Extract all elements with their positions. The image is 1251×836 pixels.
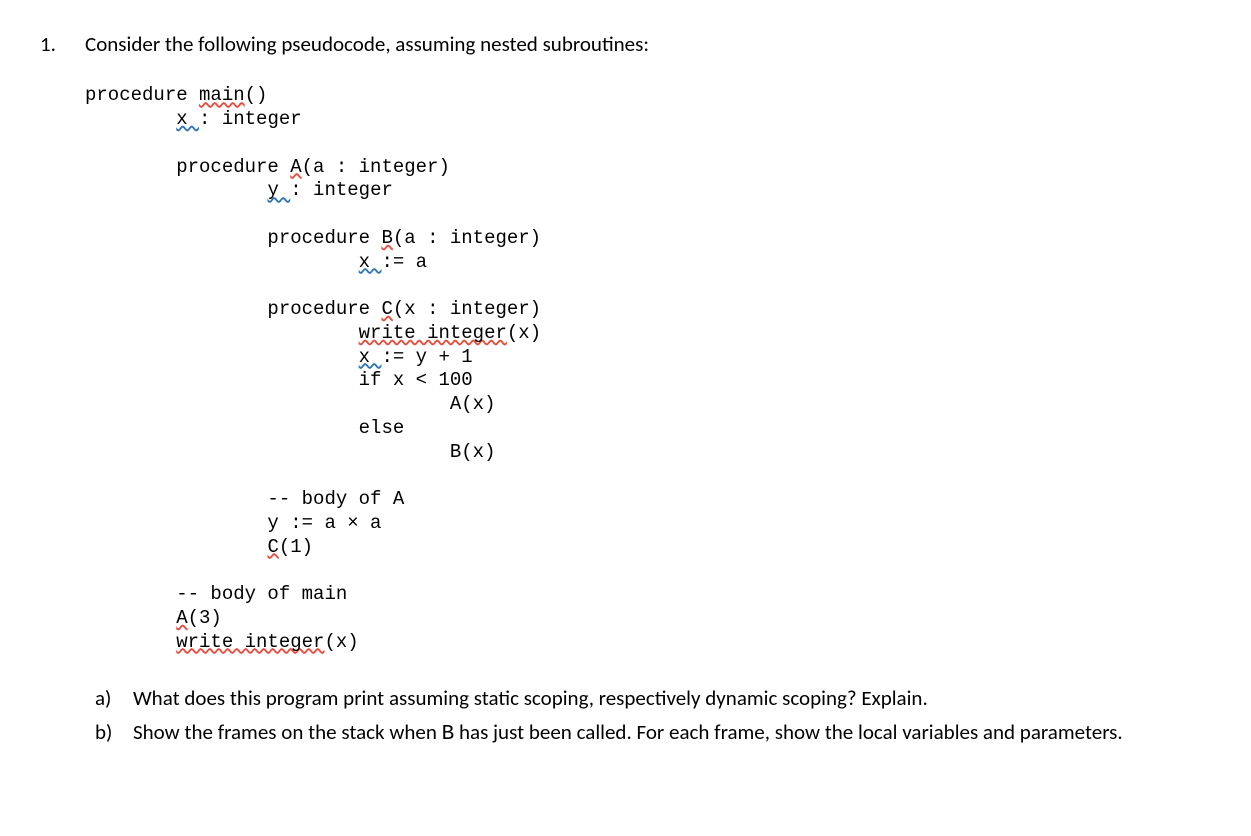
code-l08b: x [359,251,382,273]
code-l01a: procedure [85,84,199,106]
code-l15: else [85,417,404,439]
code-l24a [85,631,176,653]
code-l13: if x < 100 [85,369,473,391]
code-l16: B(x) [85,441,495,463]
question-header: 1. Consider the following pseudocode, as… [40,30,1211,59]
code-l18: -- body of A [85,488,404,510]
pseudocode-block: procedure main() x : integer procedure A… [85,84,1211,654]
sub-b-after: has just been called. For each frame, sh… [454,719,1122,745]
question-number: 1. [40,30,85,59]
sub-b-mono: B [442,723,455,746]
subquestion-a-text: What does this program print assuming st… [133,684,1211,713]
code-l08c: := a [381,251,427,273]
code-l02b: x [176,108,199,130]
code-l11c: (x) [507,322,541,344]
code-l23c: (3) [188,607,222,629]
subquestion-a: a) What does this program print assuming… [95,684,1211,713]
code-l19: y := a × a [85,512,381,534]
code-l04a: procedure [85,156,290,178]
subquestion-a-label: a) [95,684,133,713]
code-l12b: x [359,346,382,368]
code-l05b: y [267,179,290,201]
code-l07b: B [381,227,392,249]
code-l01b: main [199,84,245,106]
subquestion-b: b) Show the frames on the stack when B h… [95,718,1211,749]
code-l05c: : integer [290,179,393,201]
code-l14: A(x) [85,393,495,415]
code-l23b: A [176,607,187,629]
subquestions-list: a) What does this program print assuming… [95,684,1211,749]
code-l10a: procedure [85,298,381,320]
code-l07a: procedure [85,227,381,249]
code-l24c: (x) [324,631,358,653]
code-l05a [85,179,267,201]
code-l20c: (1) [279,536,313,558]
code-l12a [85,346,359,368]
subquestion-b-label: b) [95,718,133,747]
code-l04c: (a : integer) [302,156,450,178]
code-l02a [85,108,176,130]
code-l04b: A [290,156,301,178]
question-text: Consider the following pseudocode, assum… [85,30,1211,59]
sub-b-before: Show the frames on the stack when [133,719,442,745]
code-l11a [85,322,359,344]
code-l08a [85,251,359,273]
code-l24b: write integer [176,631,324,653]
code-l02c: : integer [199,108,302,130]
code-l22: -- body of main [85,583,347,605]
code-l07c: (a : integer) [393,227,541,249]
code-l23a [85,607,176,629]
code-l10c: (x : integer) [393,298,541,320]
code-l12c: := y + 1 [381,346,472,368]
code-l10b: C [381,298,392,320]
code-l20b: C [267,536,278,558]
code-l11b: write integer [359,322,507,344]
code-l01c: () [245,84,268,106]
subquestion-b-text: Show the frames on the stack when B has … [133,718,1211,749]
code-l20a [85,536,267,558]
